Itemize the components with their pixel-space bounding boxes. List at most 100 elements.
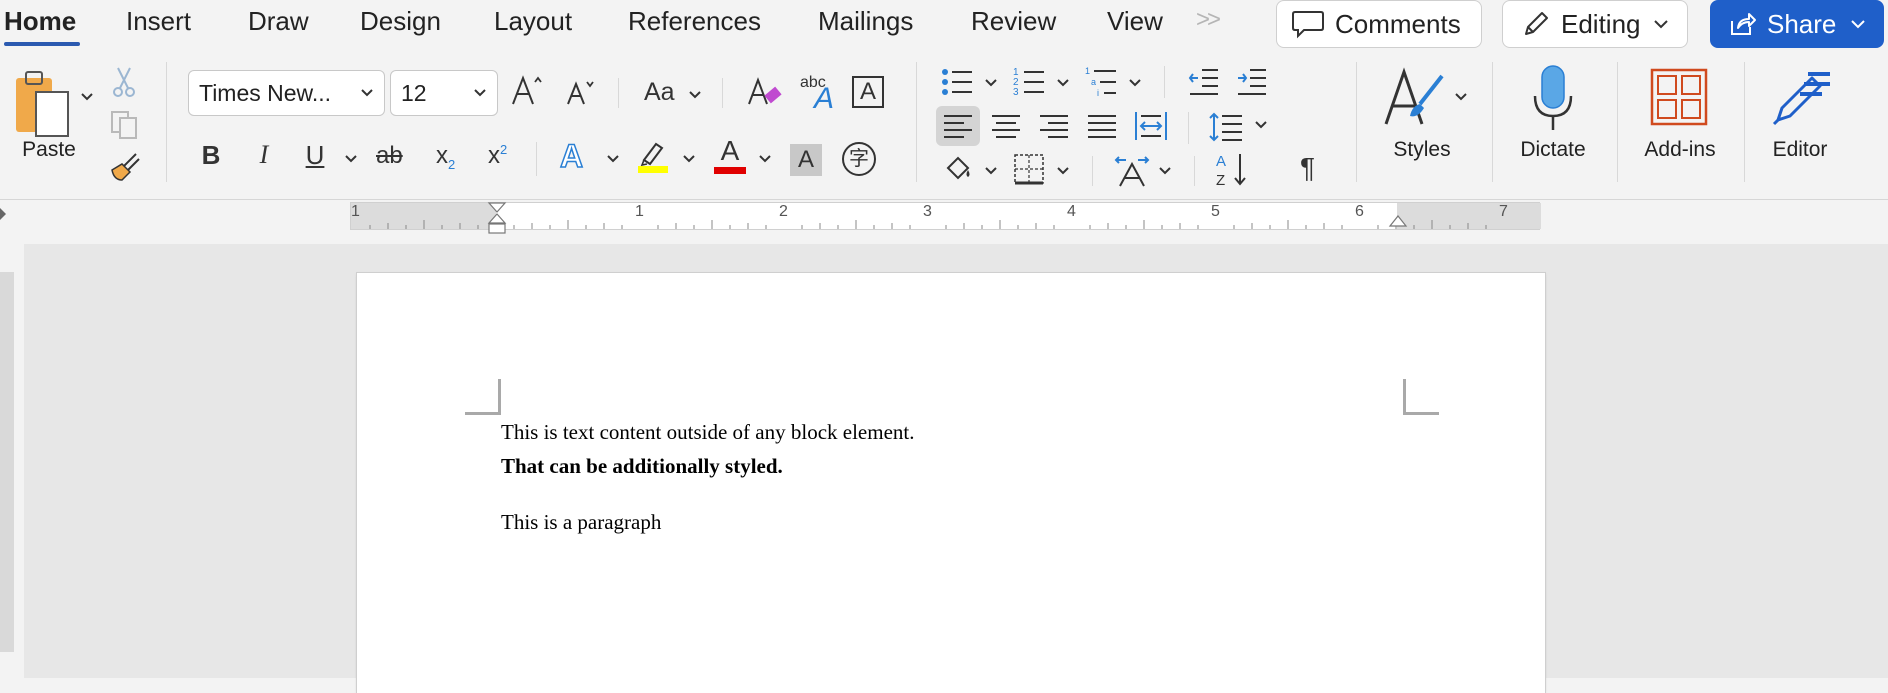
superscript-button[interactable]: x2 <box>488 142 507 170</box>
vertical-ruler[interactable] <box>0 232 14 678</box>
font-family-dropdown[interactable]: Times New... <box>188 70 385 116</box>
paste-button[interactable] <box>12 68 74 144</box>
highlight-chevron-icon[interactable] <box>682 154 696 164</box>
multilevel-list-icon[interactable]: 1 a i <box>1084 64 1120 100</box>
styles-chevron-icon[interactable] <box>1454 92 1468 102</box>
shading-chevron-icon[interactable] <box>984 166 998 176</box>
tab-draw[interactable]: Draw <box>248 6 309 37</box>
character-shading-button[interactable]: A <box>790 144 822 176</box>
comments-button[interactable]: Comments <box>1276 0 1482 48</box>
tab-view[interactable]: View <box>1107 6 1163 37</box>
svg-text:a: a <box>1091 77 1096 87</box>
superscript-mark: 2 <box>500 142 508 157</box>
document-page[interactable]: This is text content outside of any bloc… <box>357 273 1545 693</box>
addins-label[interactable]: Add-ins <box>1634 138 1726 162</box>
ruler-tab-selector-icon[interactable] <box>0 208 8 220</box>
document-text-line: This is text content outside of any bloc… <box>501 420 915 444</box>
align-right-icon[interactable] <box>1038 112 1070 140</box>
decrease-indent-icon[interactable] <box>1188 66 1220 96</box>
center-icon[interactable] <box>990 112 1022 140</box>
multilevel-chevron-icon[interactable] <box>1128 78 1142 88</box>
superscript-x: x <box>488 142 500 169</box>
bullets-chevron-icon[interactable] <box>984 78 998 88</box>
numbering-icon[interactable]: 1 2 3 <box>1012 64 1048 100</box>
align-left-icon[interactable] <box>942 112 974 140</box>
grow-font-icon[interactable] <box>510 72 544 108</box>
editor-label[interactable]: Editor <box>1758 138 1842 162</box>
borders-icon[interactable] <box>1012 152 1046 186</box>
text-effects-chevron-icon[interactable] <box>606 154 620 164</box>
tab-mailings[interactable]: Mailings <box>818 6 913 37</box>
text-effects-abc-icon[interactable]: A <box>814 82 834 116</box>
copy-icon[interactable] <box>108 108 140 140</box>
font-color-button[interactable]: A <box>714 136 746 174</box>
separator <box>1492 62 1493 182</box>
sort-icon[interactable]: A Z <box>1214 150 1252 188</box>
ribbon-home: Paste Times New... 12 Aa abc A A B I U a… <box>0 50 1888 200</box>
cut-icon[interactable] <box>110 66 138 98</box>
tab-insert[interactable]: Insert <box>126 6 191 37</box>
show-formatting-marks-button[interactable]: ¶ <box>1300 152 1315 184</box>
tab-design[interactable]: Design <box>360 6 441 37</box>
tab-review[interactable]: Review <box>971 6 1056 37</box>
asian-layout-chevron-icon[interactable] <box>1158 166 1172 176</box>
shading-icon[interactable] <box>942 152 976 186</box>
svg-text:1: 1 <box>1085 66 1090 76</box>
justify-icon[interactable] <box>1086 112 1118 140</box>
paste-options-chevron-icon[interactable] <box>80 92 94 102</box>
change-case-button[interactable]: Aa <box>644 78 675 107</box>
text-effects-button[interactable]: A <box>559 137 584 175</box>
editor-pen-icon[interactable] <box>1768 66 1834 130</box>
character-border-button[interactable]: A <box>852 76 884 108</box>
font-color-chevron-icon[interactable] <box>758 154 772 164</box>
shrink-font-icon[interactable] <box>565 76 597 108</box>
subscript-button[interactable]: x2 <box>436 142 455 172</box>
microphone-icon[interactable] <box>1530 64 1576 134</box>
highlight-icon[interactable] <box>636 138 670 174</box>
asian-layout-icon[interactable] <box>1114 152 1150 188</box>
right-indent-marker-icon[interactable] <box>1387 214 1409 228</box>
tab-references[interactable]: References <box>628 6 761 37</box>
increase-indent-icon[interactable] <box>1236 66 1268 96</box>
separator <box>618 78 619 108</box>
strikethrough-button[interactable]: ab <box>376 142 403 170</box>
vertical-scrollbar[interactable] <box>1876 244 1888 678</box>
more-tabs-icon[interactable]: >> <box>1196 6 1221 34</box>
format-painter-icon[interactable] <box>108 150 142 184</box>
indent-marker-icon[interactable] <box>486 201 508 235</box>
font-color-swatch <box>714 167 746 174</box>
tab-home[interactable]: Home <box>4 6 76 37</box>
numbering-chevron-icon[interactable] <box>1056 78 1070 88</box>
ribbon-tab-bar: Home Insert Draw Design Layout Reference… <box>0 0 1888 50</box>
bold-button[interactable]: B <box>196 140 226 171</box>
distributed-icon[interactable] <box>1134 110 1168 142</box>
addins-icon[interactable] <box>1650 68 1708 126</box>
styles-icon[interactable] <box>1382 66 1448 130</box>
separator <box>536 142 537 176</box>
enclose-characters-button[interactable]: 字 <box>842 142 876 176</box>
separator <box>1188 112 1189 144</box>
italic-button[interactable]: I <box>249 140 279 170</box>
crop-mark-top-left <box>465 379 501 415</box>
line-spacing-icon[interactable] <box>1208 110 1244 144</box>
separator <box>1356 62 1357 182</box>
share-button[interactable]: Share <box>1710 0 1884 48</box>
line-spacing-chevron-icon[interactable] <box>1254 120 1268 130</box>
borders-chevron-icon[interactable] <box>1056 166 1070 176</box>
tab-layout[interactable]: Layout <box>494 6 572 37</box>
comment-icon <box>1292 11 1324 39</box>
document-body[interactable]: This is text content outside of any bloc… <box>501 415 915 539</box>
horizontal-ruler[interactable]: 1 1 2 3 4 5 6 7 <box>350 202 1541 234</box>
font-color-glyph: A <box>720 135 740 166</box>
change-case-chevron-icon[interactable] <box>688 90 702 100</box>
underline-chevron-icon[interactable] <box>344 154 358 164</box>
subscript-x: x <box>436 142 448 169</box>
font-family-value: Times New... <box>199 79 332 106</box>
clear-formatting-icon[interactable] <box>746 74 782 108</box>
editing-mode-button[interactable]: Editing <box>1502 0 1688 48</box>
bullets-icon[interactable] <box>940 64 976 100</box>
underline-button[interactable]: U <box>300 140 330 171</box>
svg-text:Z: Z <box>1216 172 1225 188</box>
dictate-label[interactable]: Dictate <box>1508 138 1598 162</box>
font-size-dropdown[interactable]: 12 <box>390 70 498 116</box>
